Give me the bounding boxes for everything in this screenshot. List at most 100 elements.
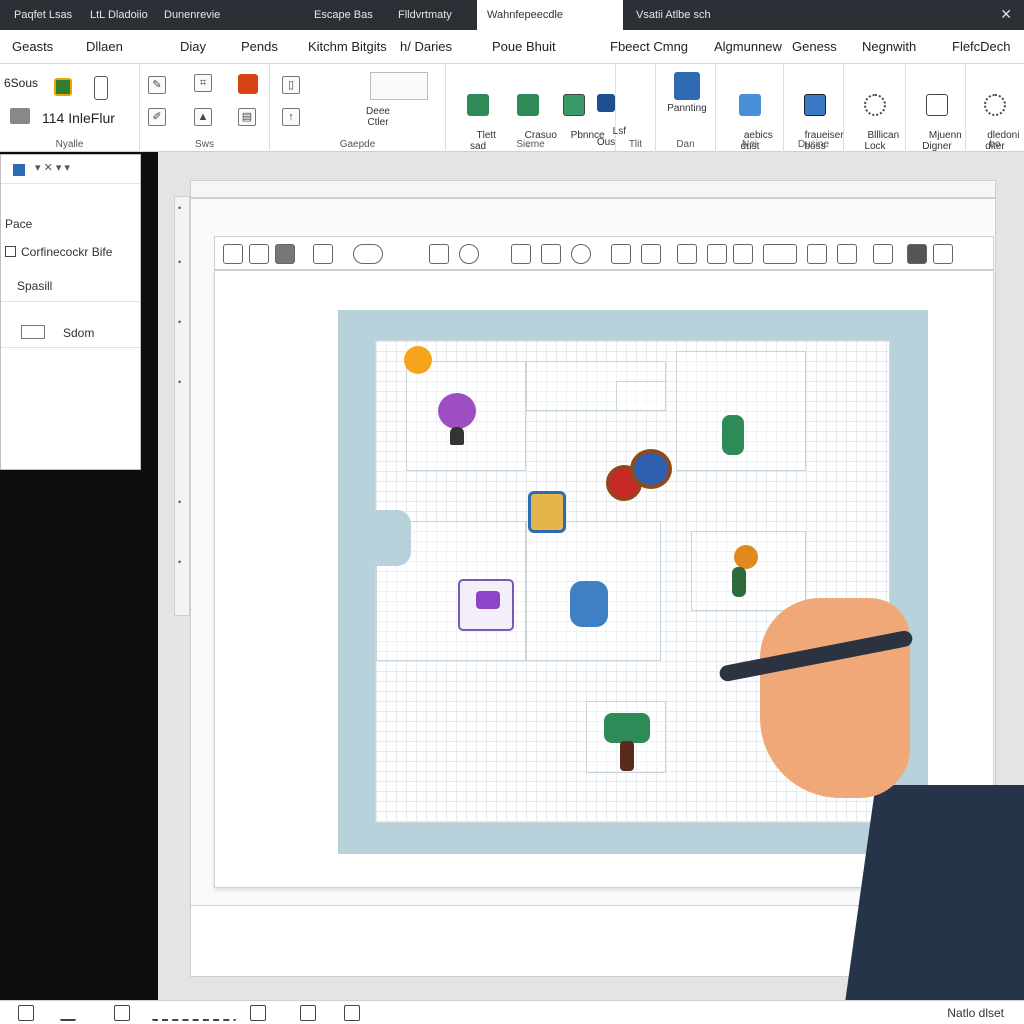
menu-item[interactable]: Geasts bbox=[12, 39, 53, 54]
ribbon-group-label: Dan bbox=[676, 139, 695, 150]
gold-tile-icon[interactable] bbox=[528, 491, 566, 533]
ribbon-button[interactable]: Mjuenn Digner bbox=[910, 72, 964, 163]
document-icon[interactable] bbox=[18, 1005, 34, 1021]
chain-icon[interactable] bbox=[353, 244, 383, 264]
painting-icon bbox=[674, 72, 700, 100]
image-icon[interactable] bbox=[907, 244, 927, 264]
page-icon[interactable] bbox=[837, 244, 857, 264]
panel-item-label: Sdom bbox=[63, 326, 95, 340]
ribbon-button[interactable]: Pannting bbox=[660, 72, 714, 114]
grid-icon[interactable]: ⌗ bbox=[194, 74, 212, 92]
divider bbox=[1, 183, 140, 184]
ribbon-button-label[interactable]: Deee Ctler bbox=[358, 106, 398, 128]
left-ruler[interactable]: • • • • • • bbox=[174, 196, 190, 616]
window-tab[interactable]: Paqfet Lsas bbox=[4, 0, 82, 30]
panel-item-label[interactable]: Spasill bbox=[17, 279, 156, 293]
menu-item[interactable]: Pends bbox=[241, 39, 278, 54]
document-icon[interactable] bbox=[94, 76, 108, 100]
close-icon[interactable]: ✕ bbox=[1000, 6, 1012, 23]
frame-icon[interactable] bbox=[641, 244, 661, 264]
window-tab[interactable]: Escape Bas bbox=[304, 0, 383, 30]
menu-item[interactable]: FlefcDech bbox=[952, 39, 1011, 54]
window-tab[interactable]: LtL Dladoiio bbox=[80, 0, 158, 30]
wand-icon[interactable] bbox=[611, 244, 631, 264]
shape-icon[interactable] bbox=[571, 244, 591, 264]
orange-sprite-icon[interactable] bbox=[734, 545, 758, 569]
menu-item[interactable]: Geness bbox=[792, 39, 837, 54]
fill-bucket-icon[interactable] bbox=[275, 244, 295, 264]
grid-icon[interactable] bbox=[114, 1005, 130, 1021]
list-icon[interactable] bbox=[763, 244, 797, 264]
text-icon[interactable] bbox=[707, 244, 727, 264]
purple-monster-icon[interactable] bbox=[438, 393, 476, 429]
spray-icon[interactable] bbox=[429, 244, 449, 264]
archive-icon bbox=[804, 94, 826, 116]
ribbon-toolbar: 6Sous 114 InleFlur Nyalle ✎ ⌗ ✐ ▲ ▤ Sws … bbox=[0, 64, 1024, 152]
top-ruler[interactable] bbox=[190, 180, 996, 198]
pencil-icon[interactable]: ✎ bbox=[148, 76, 166, 94]
menu-item[interactable]: Negnwith bbox=[862, 39, 916, 54]
layers-icon[interactable] bbox=[344, 1005, 360, 1021]
crop-icon[interactable] bbox=[677, 244, 697, 264]
cursor-icon[interactable] bbox=[223, 244, 243, 264]
panel-item[interactable]: Corfinecockr Bife bbox=[5, 245, 144, 259]
window-tab[interactable]: Dunenrevie bbox=[154, 0, 230, 30]
panel-item[interactable]: Sdom bbox=[21, 325, 160, 340]
ribbon-group-label: Gaepde bbox=[339, 139, 376, 150]
brush-icon[interactable]: ✐ bbox=[148, 108, 166, 126]
panel-item-label: Corfinecockr Bife bbox=[21, 245, 113, 259]
page-icon[interactable]: ▯ bbox=[282, 76, 300, 94]
status-bar: Natlo dlset bbox=[0, 1000, 1024, 1024]
triangle-icon[interactable] bbox=[807, 244, 827, 264]
divider bbox=[1, 301, 140, 302]
pen-icon[interactable] bbox=[250, 1005, 266, 1021]
orange-coin-icon[interactable] bbox=[404, 346, 432, 374]
chart-icon[interactable] bbox=[60, 1005, 76, 1021]
blue-robot-icon[interactable] bbox=[570, 581, 608, 627]
menu-item[interactable]: Dllaen bbox=[86, 39, 123, 54]
green-goblin-icon[interactable] bbox=[722, 415, 744, 455]
chevron-down-icon[interactable]: ▾ ✕ ▾ ▾ bbox=[35, 161, 70, 174]
menu-item[interactable]: Diay bbox=[180, 39, 206, 54]
window-tab-active[interactable]: Wahnfepeecdle bbox=[477, 0, 623, 30]
blue-orb-icon[interactable] bbox=[630, 449, 672, 489]
tree-icon[interactable]: ↑ bbox=[282, 108, 300, 126]
menu-item[interactable]: Fbeect Cmng bbox=[610, 39, 688, 54]
fill-icon[interactable]: ▲ bbox=[194, 108, 212, 126]
brush-icon[interactable] bbox=[300, 1005, 316, 1021]
stamp-icon[interactable] bbox=[459, 244, 479, 264]
brush-icon[interactable] bbox=[313, 244, 333, 264]
ruler-mark: • bbox=[178, 203, 182, 213]
ribbon-button[interactable]: Blllican Lock bbox=[848, 72, 902, 163]
panel-icon[interactable] bbox=[13, 164, 25, 176]
table-icon[interactable] bbox=[733, 244, 753, 264]
menu-item[interactable]: Kitchm Bitgits bbox=[308, 39, 387, 54]
menu-item[interactable]: Algmunnew bbox=[714, 39, 782, 54]
warning-icon[interactable] bbox=[933, 244, 953, 264]
divider bbox=[1, 347, 140, 348]
printer-icon[interactable] bbox=[10, 108, 30, 124]
board-tab bbox=[375, 510, 411, 566]
ribbon-group: ✎ ⌗ ✐ ▲ ▤ Sws bbox=[140, 64, 270, 152]
lasso-icon[interactable] bbox=[249, 244, 269, 264]
ribbon-group: fraueiser boss Dusine bbox=[784, 64, 844, 152]
green-shield-icon[interactable] bbox=[54, 78, 72, 96]
status-text: Natlo dlset bbox=[947, 1006, 1004, 1020]
crystal-icon bbox=[476, 591, 500, 609]
image-icon[interactable] bbox=[238, 74, 258, 94]
ribbon-group-label: bo bbox=[989, 139, 1001, 150]
menu-item[interactable]: h/ Daries bbox=[400, 39, 452, 54]
window-tab[interactable]: Vsatii Atlbe sch bbox=[626, 0, 721, 30]
menu-item[interactable]: Poue Bhuit bbox=[492, 39, 556, 54]
pen-icon[interactable] bbox=[511, 244, 531, 264]
table-icon[interactable]: ▤ bbox=[238, 108, 256, 126]
ribbon-label: 6Sous bbox=[4, 76, 39, 90]
preview-box[interactable] bbox=[370, 72, 428, 100]
anchor-icon[interactable] bbox=[873, 244, 893, 264]
map-room bbox=[616, 381, 666, 411]
window-tab[interactable]: Flldvrtmaty bbox=[388, 0, 462, 30]
ribbon-button-label: Blllican Lock bbox=[864, 130, 900, 152]
green-tree-creature-icon[interactable] bbox=[604, 713, 650, 743]
ribbon-group: aebics dust Nei bbox=[716, 64, 784, 152]
layer-icon[interactable] bbox=[541, 244, 561, 264]
